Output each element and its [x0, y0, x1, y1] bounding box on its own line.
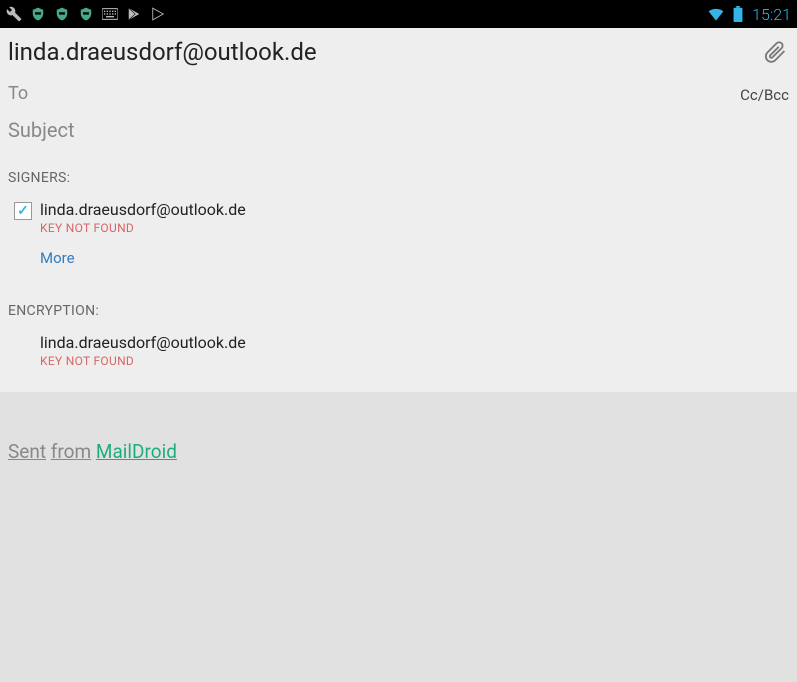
signer-key-status: KEY NOT FOUND: [40, 221, 789, 235]
wifi-icon: [708, 6, 724, 22]
more-signers-link[interactable]: More: [0, 235, 797, 283]
battery-icon: [730, 6, 746, 22]
shield-icon: [54, 6, 70, 22]
signers-label: SIGNERS:: [0, 154, 797, 196]
signer-checkbox[interactable]: ✓: [14, 202, 32, 220]
shield-icon: [30, 6, 46, 22]
paperclip-icon: [763, 40, 787, 64]
status-icons-right: 15:21: [708, 5, 791, 24]
checkmark-icon: ✓: [17, 204, 29, 218]
compose-body[interactable]: Sent from MailDroid: [0, 392, 797, 682]
signature-sent: Sent: [8, 440, 46, 463]
encryption-email: linda.draeusdorf@outlook.de: [40, 333, 789, 352]
to-input[interactable]: [8, 83, 740, 104]
signature-from: from: [51, 440, 91, 463]
attachment-button[interactable]: [761, 38, 789, 66]
ccbcc-toggle[interactable]: Cc/Bcc: [740, 82, 789, 104]
wrench-icon: [6, 6, 22, 22]
keyboard-icon: [102, 6, 118, 22]
subject-input[interactable]: [8, 118, 789, 142]
signer-email: linda.draeusdorf@outlook.de: [40, 200, 789, 219]
shield-icon: [78, 6, 94, 22]
signer-info: linda.draeusdorf@outlook.de KEY NOT FOUN…: [40, 200, 789, 235]
encryption-key-status: KEY NOT FOUND: [40, 354, 789, 368]
status-time: 15:21: [752, 5, 791, 24]
encryption-label: ENCRYPTION:: [0, 283, 797, 329]
status-bar: 15:21: [0, 0, 797, 28]
email-signature: Sent from MailDroid: [8, 440, 789, 463]
status-icons-left: [6, 6, 166, 22]
play-store-icon: [126, 6, 142, 22]
encryption-row[interactable]: linda.draeusdorf@outlook.de KEY NOT FOUN…: [0, 329, 797, 368]
play-store-outline-icon: [150, 6, 166, 22]
signature-app-link[interactable]: MailDroid: [96, 440, 177, 463]
to-row: Cc/Bcc: [0, 80, 797, 114]
signer-row[interactable]: ✓ linda.draeusdorf@outlook.de KEY NOT FO…: [0, 196, 797, 235]
from-address[interactable]: linda.draeusdorf@outlook.de: [8, 38, 761, 66]
subject-row: [0, 114, 797, 154]
compose-header: linda.draeusdorf@outlook.de: [0, 28, 797, 80]
